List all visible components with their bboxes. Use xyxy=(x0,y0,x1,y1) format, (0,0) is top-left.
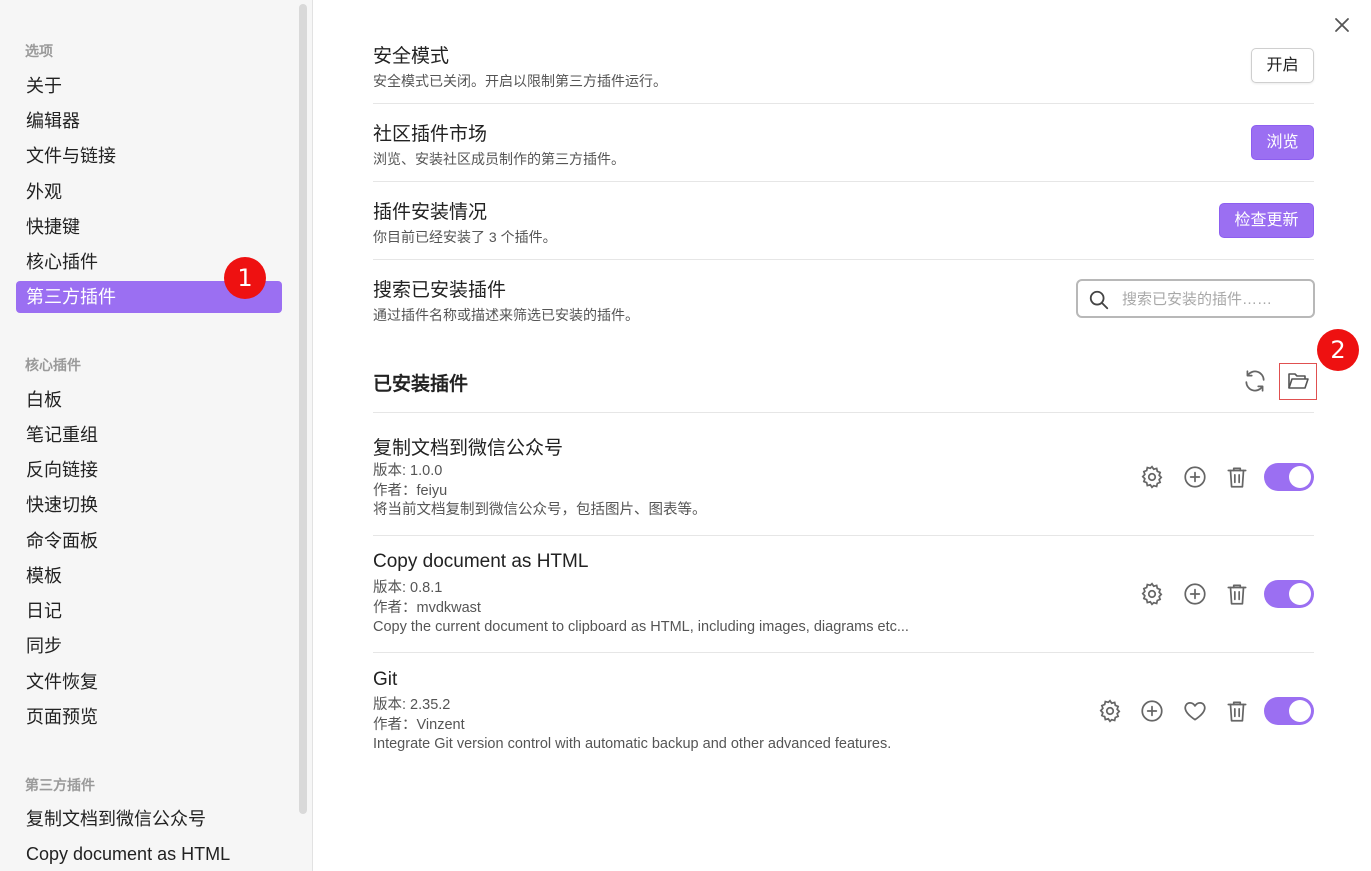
sidebar-item-note-composer[interactable]: 笔记重组 xyxy=(16,419,282,451)
plugin-version: 版本: 1.0.0 xyxy=(373,463,443,479)
close-icon xyxy=(1335,18,1349,32)
sidebar-item-hotkeys[interactable]: 快捷键 xyxy=(16,211,282,243)
sidebar-item-plugin-copy-html[interactable]: Copy document as HTML xyxy=(16,838,282,870)
plugin-enable-toggle[interactable] xyxy=(1264,463,1314,491)
annotation-marker-2: 2 xyxy=(1317,329,1359,371)
sidebar-item-appearance[interactable]: 外观 xyxy=(16,176,282,208)
plugin-hotkeys-button[interactable] xyxy=(1182,464,1208,490)
search-icon xyxy=(1089,290,1109,310)
browse-button[interactable]: 浏览 xyxy=(1251,125,1314,160)
safe-mode-enable-button[interactable]: 开启 xyxy=(1251,48,1314,83)
plugin-options-button[interactable] xyxy=(1139,581,1165,607)
gear-icon xyxy=(1141,465,1163,489)
plugin-uninstall-button[interactable] xyxy=(1224,581,1250,607)
sidebar-item-quick-switcher[interactable]: 快速切换 xyxy=(16,489,282,521)
trash-icon xyxy=(1227,584,1247,605)
sidebar-item-plugin-wechat[interactable]: 复制文档到微信公众号 xyxy=(16,803,282,835)
sidebar-item-daily-notes[interactable]: 日记 xyxy=(16,595,282,627)
plugin-version: 版本: 2.35.2 xyxy=(373,697,451,713)
divider xyxy=(373,181,1314,182)
community-market-title: 社区插件市场 xyxy=(373,124,488,145)
plugin-options-button[interactable] xyxy=(1097,698,1123,724)
sidebar-item-backlinks[interactable]: 反向链接 xyxy=(16,454,282,486)
plugin-name-git: Git xyxy=(373,669,398,690)
plus-circle-icon xyxy=(1184,583,1206,605)
plugin-name-wechat: 复制文档到微信公众号 xyxy=(373,438,564,459)
plugin-description: Copy the current document to clipboard a… xyxy=(373,619,909,635)
search-installed-input[interactable] xyxy=(1122,287,1307,311)
search-installed-title: 搜索已安装插件 xyxy=(373,280,507,301)
reload-plugins-button[interactable] xyxy=(1242,368,1268,394)
trash-icon xyxy=(1227,701,1247,722)
sidebar-group-title-community: 第三方插件 xyxy=(25,777,95,793)
community-market-desc: 浏览、安装社区成员制作的第三方插件。 xyxy=(373,151,625,167)
folder-open-icon xyxy=(1288,373,1309,389)
open-plugins-folder-button[interactable] xyxy=(1279,363,1317,400)
divider xyxy=(373,412,1314,413)
sidebar-item-canvas[interactable]: 白板 xyxy=(16,384,282,416)
plugin-donate-button[interactable] xyxy=(1182,698,1208,724)
divider xyxy=(373,652,1314,653)
sidebar-item-page-preview[interactable]: 页面预览 xyxy=(16,701,282,733)
sidebar-item-templates[interactable]: 模板 xyxy=(16,560,282,592)
sidebar-item-sync[interactable]: 同步 xyxy=(16,630,282,662)
plugin-enable-toggle[interactable] xyxy=(1264,580,1314,608)
sidebar-item-editor[interactable]: 编辑器 xyxy=(16,105,282,137)
plus-circle-icon xyxy=(1184,466,1206,488)
plugin-options-button[interactable] xyxy=(1139,464,1165,490)
sidebar-group-title-core: 核心插件 xyxy=(25,357,81,373)
gear-icon xyxy=(1141,582,1163,606)
search-installed-field[interactable] xyxy=(1076,279,1315,318)
trash-icon xyxy=(1227,467,1247,488)
sidebar-item-files-links[interactable]: 文件与链接 xyxy=(16,140,282,172)
close-button[interactable] xyxy=(1330,13,1354,37)
gear-icon xyxy=(1099,699,1121,723)
plugin-description: 将当前文档复制到微信公众号，包括图片、图表等。 xyxy=(373,502,707,518)
safe-mode-title: 安全模式 xyxy=(373,46,450,67)
refresh-icon xyxy=(1245,370,1265,392)
settings-sidebar: 选项 关于 编辑器 文件与链接 外观 快捷键 核心插件 第三方插件 核心插件 白… xyxy=(0,0,313,871)
plugin-author: 作者：feiyu xyxy=(373,483,448,499)
divider xyxy=(373,535,1314,536)
plugin-hotkeys-button[interactable] xyxy=(1182,581,1208,607)
plugin-uninstall-button[interactable] xyxy=(1224,464,1250,490)
installed-plugins-title: 已安装插件 xyxy=(373,374,469,395)
check-updates-button[interactable]: 检查更新 xyxy=(1219,203,1314,238)
sidebar-item-file-recovery[interactable]: 文件恢复 xyxy=(16,666,282,698)
plugin-enable-toggle[interactable] xyxy=(1264,697,1314,725)
plugin-name-copy-html: Copy document as HTML xyxy=(373,551,589,572)
plugin-version: 版本: 0.8.1 xyxy=(373,580,443,596)
plugin-author: 作者：Vinzent xyxy=(373,717,465,733)
plus-circle-icon xyxy=(1141,700,1163,722)
sidebar-group-title-options: 选项 xyxy=(25,43,53,59)
plugin-hotkeys-button[interactable] xyxy=(1139,698,1165,724)
divider xyxy=(373,259,1314,260)
sidebar-scrollbar[interactable] xyxy=(299,4,307,814)
heart-icon xyxy=(1184,702,1206,721)
plugin-uninstall-button[interactable] xyxy=(1224,698,1250,724)
plugin-author: 作者：mvdkwast xyxy=(373,600,481,616)
install-status-title: 插件安装情况 xyxy=(373,202,488,223)
plugin-description: Integrate Git version control with autom… xyxy=(373,736,892,752)
search-installed-desc: 通过插件名称或描述来筛选已安装的插件。 xyxy=(373,307,639,323)
annotation-marker-1: 1 xyxy=(224,257,266,299)
sidebar-item-about[interactable]: 关于 xyxy=(16,70,282,102)
sidebar-item-command-palette[interactable]: 命令面板 xyxy=(16,525,282,557)
install-status-desc: 你目前已经安装了 3 个插件。 xyxy=(373,229,557,245)
divider xyxy=(373,103,1314,104)
safe-mode-desc: 安全模式已关闭。开启以限制第三方插件运行。 xyxy=(373,73,667,89)
